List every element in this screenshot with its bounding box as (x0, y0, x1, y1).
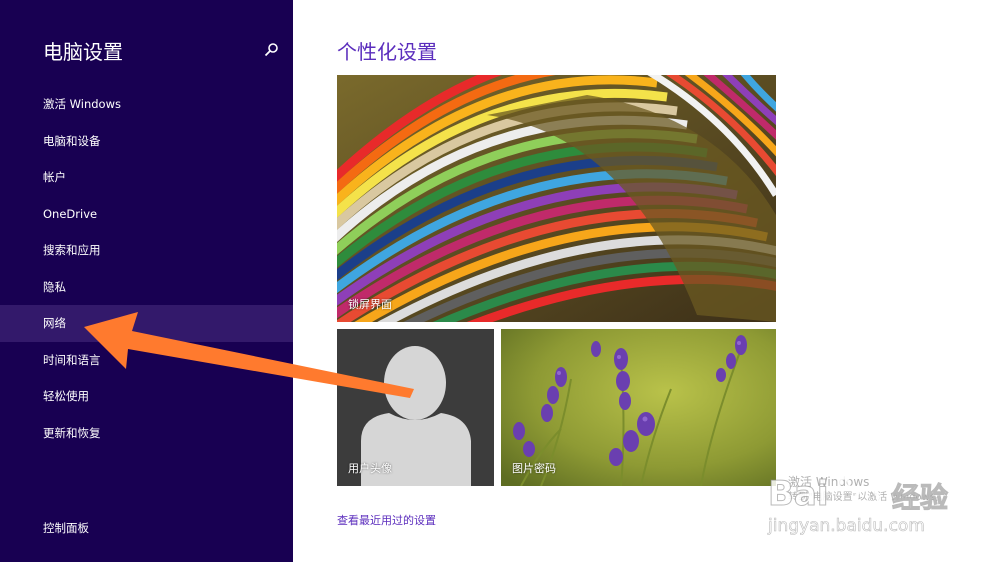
search-icon[interactable] (263, 42, 279, 58)
sidebar-item-network[interactable]: 网络 (0, 305, 293, 342)
sidebar-item-activate-windows[interactable]: 激活 Windows (0, 86, 293, 123)
activation-watermark: 激活 Windows 转到"电脑设置"以激活 Windows。 (788, 474, 945, 506)
lock-screen-label: 锁屏界面 (348, 298, 392, 311)
recent-settings-link[interactable]: 查看最近用过的设置 (337, 512, 436, 528)
sidebar: 电脑设置 激活 Windows 电脑和设备 帐户 OneDrive 搜索和应用 … (0, 0, 293, 562)
lock-screen-tile[interactable]: 锁屏界面 (337, 75, 776, 322)
sidebar-item-pc-and-devices[interactable]: 电脑和设备 (0, 123, 293, 160)
sidebar-item-onedrive[interactable]: OneDrive (0, 196, 293, 233)
activation-watermark-line1: 激活 Windows (788, 475, 870, 489)
sidebar-item-privacy[interactable]: 隐私 (0, 269, 293, 306)
nav-list: 激活 Windows 电脑和设备 帐户 OneDrive 搜索和应用 隐私 网络… (0, 86, 293, 451)
picture-password-label: 图片密码 (512, 462, 556, 475)
account-picture-tile[interactable]: 用户头像 (337, 329, 494, 486)
sidebar-title: 电脑设置 (43, 40, 123, 64)
page-title: 个性化设置 (337, 40, 437, 64)
lock-screen-image (337, 75, 776, 322)
sidebar-item-time-and-language[interactable]: 时间和语言 (0, 342, 293, 379)
control-panel-link[interactable]: 控制面板 (43, 520, 89, 536)
sidebar-item-update-and-recovery[interactable]: 更新和恢复 (0, 415, 293, 452)
baidu-watermark-site: jingyan.baidu.com (768, 516, 925, 537)
sidebar-item-accounts[interactable]: 帐户 (0, 159, 293, 196)
account-picture-label: 用户头像 (348, 462, 392, 475)
sidebar-item-search-and-apps[interactable]: 搜索和应用 (0, 232, 293, 269)
activation-watermark-line2: 转到"电脑设置"以激活 Windows。 (788, 492, 946, 503)
sidebar-item-ease-of-access[interactable]: 轻松使用 (0, 378, 293, 415)
picture-password-tile[interactable]: 图片密码 (501, 329, 776, 486)
